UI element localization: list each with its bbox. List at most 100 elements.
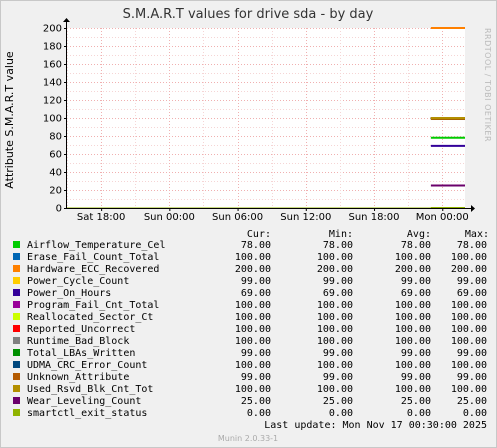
legend-avg: 100.00 <box>395 312 431 323</box>
x-tick-label: Sat 18:00 <box>77 212 125 223</box>
y-tick-label: 80 <box>49 132 62 143</box>
legend-swatch <box>13 313 20 320</box>
y-tick-label: 20 <box>49 186 62 197</box>
legend-min: 69.00 <box>323 288 353 299</box>
legend-avg: 0.00 <box>407 408 431 419</box>
legend-swatch <box>13 385 20 392</box>
legend-cur: 100.00 <box>235 300 271 311</box>
legend-swatch <box>13 373 20 380</box>
chart-title: S.M.A.R.T values for drive sda - by day <box>123 7 374 22</box>
y-tick-label: 40 <box>49 168 62 179</box>
legend-label: Power_Cycle_Count <box>27 276 129 287</box>
legend-avg: 25.00 <box>401 396 431 407</box>
munin-graph: S.M.A.R.T values for drive sda - by day … <box>0 0 497 448</box>
legend-min: 200.00 <box>317 264 353 275</box>
legend-label: UDMA_CRC_Error_Count <box>27 360 147 371</box>
y-tick-label: 180 <box>43 42 62 53</box>
legend-label: Hardware_ECC_Recovered <box>27 264 159 275</box>
legend-cur: 100.00 <box>235 384 271 395</box>
legend-min: 100.00 <box>317 324 353 335</box>
x-tick-label: Sun 06:00 <box>212 212 263 223</box>
y-axis-label: Attribute S.M.A.R.T value <box>3 51 16 189</box>
y-tick-label: 160 <box>43 60 62 71</box>
legend-min: 100.00 <box>317 336 353 347</box>
legend-min: 100.00 <box>317 360 353 371</box>
legend-swatch <box>13 397 20 404</box>
y-tick-label: 120 <box>43 96 62 107</box>
legend-avg: 100.00 <box>395 252 431 263</box>
legend-avg: 99.00 <box>401 348 431 359</box>
legend-swatch <box>13 277 20 284</box>
legend-avg: 78.00 <box>401 240 431 251</box>
legend-max: 100.00 <box>451 312 487 323</box>
legend-label: Erase_Fail_Count_Total <box>27 252 159 263</box>
legend-min: 100.00 <box>317 312 353 323</box>
legend-label: Reported_Uncorrect <box>27 324 135 335</box>
legend-avg: 99.00 <box>401 372 431 383</box>
legend-label: Program_Fail_Cnt_Total <box>27 300 159 311</box>
legend-header: Avg: <box>407 229 431 240</box>
legend-swatch <box>13 289 20 296</box>
legend-label: Runtime_Bad_Block <box>27 336 129 347</box>
legend-max: 99.00 <box>457 276 487 287</box>
legend-max: 69.00 <box>457 288 487 299</box>
y-tick-label: 200 <box>43 24 62 35</box>
legend-header: Min: <box>329 229 353 240</box>
legend-avg: 100.00 <box>395 324 431 335</box>
munin-version: Munin 2.0.33-1 <box>218 434 278 443</box>
legend-swatch <box>13 361 20 368</box>
legend-swatch <box>13 337 20 344</box>
legend-cur: 200.00 <box>235 264 271 275</box>
legend-min: 0.00 <box>329 408 353 419</box>
legend-swatch <box>13 325 20 332</box>
legend-max: 78.00 <box>457 240 487 251</box>
legend-max: 100.00 <box>451 384 487 395</box>
legend-cur: 78.00 <box>241 240 271 251</box>
legend-cur: 100.00 <box>235 324 271 335</box>
legend-max: 0.00 <box>463 408 487 419</box>
y-tick-label: 140 <box>43 78 62 89</box>
legend-avg: 69.00 <box>401 288 431 299</box>
x-tick-label: Sun 00:00 <box>144 212 195 223</box>
chart-canvas: S.M.A.R.T values for drive sda - by day … <box>0 0 497 448</box>
legend-swatch <box>13 301 20 308</box>
legend-max: 100.00 <box>451 360 487 371</box>
legend-max: 100.00 <box>451 252 487 263</box>
legend-avg: 100.00 <box>395 360 431 371</box>
y-tick-label: 100 <box>43 114 62 125</box>
legend-label: Total_LBAs_Written <box>27 348 135 359</box>
legend-swatch <box>13 241 20 248</box>
legend-swatch <box>13 253 20 260</box>
legend-label: Unknown_Attribute <box>27 372 129 383</box>
legend: Cur: Min: Avg: Max: Airflow_Temperature_Cel 7… <box>13 229 489 419</box>
legend-cur: 100.00 <box>235 336 271 347</box>
legend-cur: 99.00 <box>241 348 271 359</box>
legend-label: Used_Rsvd_Blk_Cnt_Tot <box>27 384 153 395</box>
legend-max: 100.00 <box>451 300 487 311</box>
legend-min: 99.00 <box>323 348 353 359</box>
legend-avg: 200.00 <box>395 264 431 275</box>
legend-swatch <box>13 409 20 416</box>
legend-avg: 100.00 <box>395 384 431 395</box>
last-update-text: Last update: Mon Nov 17 00:30:00 2025 <box>264 420 487 431</box>
legend-header: Max: <box>465 229 489 240</box>
legend-max: 100.00 <box>451 336 487 347</box>
legend-cur: 99.00 <box>241 372 271 383</box>
legend-avg: 100.00 <box>395 336 431 347</box>
legend-cur: 100.00 <box>235 360 271 371</box>
legend-cur: 25.00 <box>241 396 271 407</box>
legend-min: 99.00 <box>323 372 353 383</box>
legend-max: 99.00 <box>457 348 487 359</box>
y-tick-label: 60 <box>49 150 62 161</box>
legend-cur: 100.00 <box>235 252 271 263</box>
legend-max: 25.00 <box>457 396 487 407</box>
legend-cur: 69.00 <box>241 288 271 299</box>
legend-label: Wear_Leveling_Count <box>27 396 141 407</box>
legend-label: Airflow_Temperature_Cel <box>27 240 165 251</box>
legend-cur: 99.00 <box>241 276 271 287</box>
legend-cur: 0.00 <box>247 408 271 419</box>
legend-header: Cur: <box>247 229 271 240</box>
legend-min: 25.00 <box>323 396 353 407</box>
legend-min: 99.00 <box>323 276 353 287</box>
legend-label: Power_On_Hours <box>27 288 111 299</box>
